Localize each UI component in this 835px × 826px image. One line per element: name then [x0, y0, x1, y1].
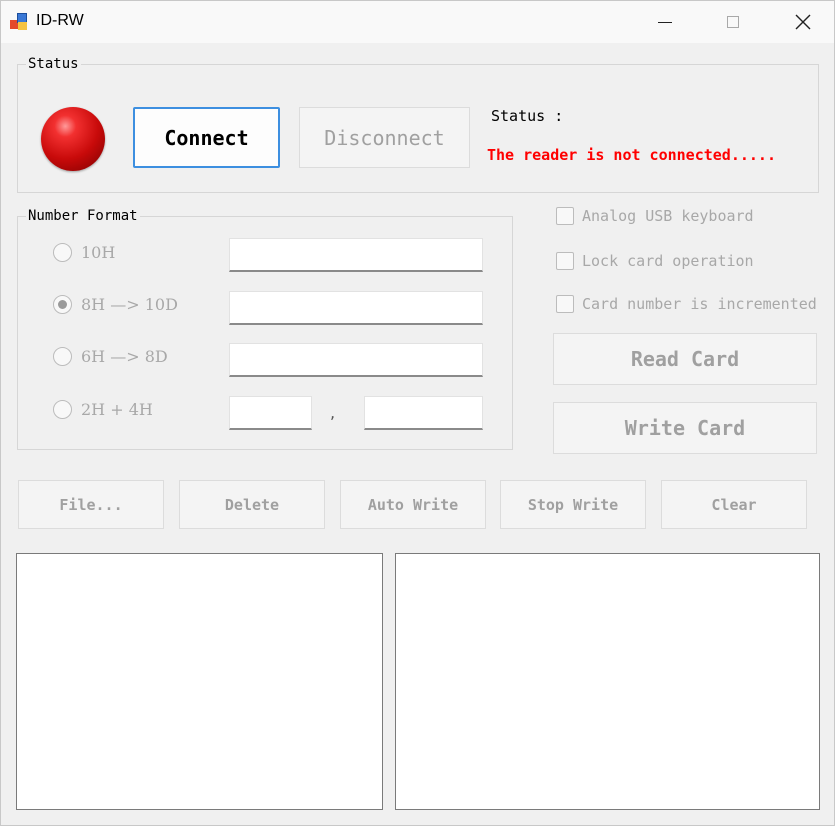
- close-button[interactable]: [773, 1, 833, 43]
- status-group-legend: Status: [26, 56, 81, 72]
- delete-button[interactable]: Delete: [179, 480, 325, 529]
- radio-2h-4h[interactable]: [53, 400, 72, 419]
- app-icon: [10, 13, 30, 31]
- minimize-icon: [658, 21, 672, 23]
- radio-10h-label: 10H: [81, 243, 116, 262]
- maximize-button[interactable]: [703, 1, 763, 43]
- lock-card-operation-checkbox[interactable]: [556, 252, 574, 270]
- window-title: ID-RW: [36, 12, 84, 29]
- disconnect-button[interactable]: Disconnect: [299, 107, 470, 168]
- connection-led-icon: [41, 107, 105, 171]
- input-10h[interactable]: [229, 238, 483, 272]
- analog-usb-keyboard-label: Analog USB keyboard: [582, 207, 754, 225]
- input-2h[interactable]: [229, 396, 312, 430]
- minimize-button[interactable]: [635, 1, 695, 43]
- radio-2h-4h-label: 2H + 4H: [81, 400, 153, 419]
- lock-card-operation-label: Lock card operation: [582, 252, 754, 270]
- input-4h[interactable]: [364, 396, 483, 430]
- log-list-panel[interactable]: [395, 553, 820, 810]
- file-button[interactable]: File...: [18, 480, 164, 529]
- stop-write-button[interactable]: Stop Write: [500, 480, 646, 529]
- title-bar[interactable]: ID-RW: [1, 1, 834, 43]
- status-label: Status :: [491, 107, 564, 125]
- status-message: The reader is not connected.....: [487, 146, 776, 164]
- analog-usb-keyboard-checkbox[interactable]: [556, 207, 574, 225]
- radio-10h[interactable]: [53, 243, 72, 262]
- radio-8h-10d[interactable]: [53, 295, 72, 314]
- card-number-incremented-checkbox[interactable]: [556, 295, 574, 313]
- field-separator: ,: [330, 403, 336, 422]
- card-number-incremented-label: Card number is incremented: [582, 295, 817, 313]
- connect-button[interactable]: Connect: [133, 107, 280, 168]
- file-list-panel[interactable]: [16, 553, 383, 810]
- radio-6h-8d-label: 6H —> 8D: [81, 347, 168, 366]
- radio-8h-10d-label: 8H —> 10D: [81, 295, 178, 314]
- write-card-button[interactable]: Write Card: [553, 402, 817, 454]
- app-window: ID-RW Status Connect Disconnect Status :…: [0, 0, 835, 826]
- close-icon: [795, 14, 811, 30]
- input-8h-10d[interactable]: [229, 291, 483, 325]
- input-6h-8d[interactable]: [229, 343, 483, 377]
- auto-write-button[interactable]: Auto Write: [340, 480, 486, 529]
- maximize-icon: [727, 16, 739, 28]
- number-format-legend: Number Format: [26, 208, 140, 224]
- read-card-button[interactable]: Read Card: [553, 333, 817, 385]
- clear-button[interactable]: Clear: [661, 480, 807, 529]
- radio-6h-8d[interactable]: [53, 347, 72, 366]
